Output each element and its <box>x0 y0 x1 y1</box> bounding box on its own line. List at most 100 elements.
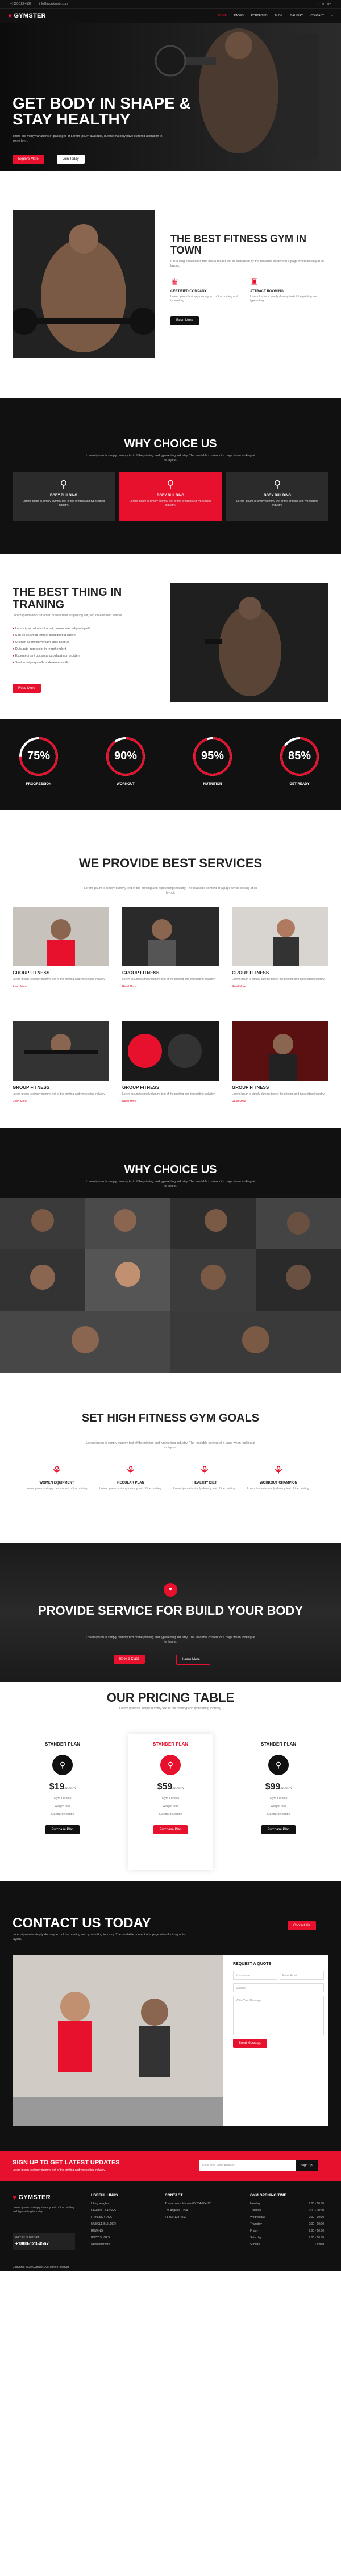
pricing-title: OUR PRICING TABLE <box>106 1690 235 1705</box>
equipment-icon: ⚘ <box>52 1465 62 1477</box>
name-field[interactable]: Your Name <box>233 1971 277 1980</box>
list-item: Ut enim ad minim veniam, quis nostrud <box>13 641 90 644</box>
about-text: It is a long established fact that a rea… <box>170 260 324 268</box>
plan-name: STANDER PLAN <box>260 1742 297 1747</box>
tower-icon: ♜ <box>250 277 259 287</box>
pricing-card: STANDER PLAN ⚲ $19/month Gym Fitness Wei… <box>20 1734 105 1870</box>
nav-gallery[interactable]: GALLERY <box>290 14 303 18</box>
newsletter-email-input[interactable]: Enter Your Email Address <box>199 2160 296 2171</box>
feature-text: Lorem Ipsum is simply dummy text of the … <box>250 295 318 302</box>
footer-link[interactable]: ROWING <box>91 2229 118 2233</box>
feature-title: CERTIFIED COMPANY <box>170 290 207 293</box>
purchase-plan-button[interactable]: Purchase Plan <box>45 1825 80 1834</box>
footer-link[interactable]: FITNESS YOGA <box>91 2216 118 2219</box>
gallery-image[interactable] <box>170 1311 341 1373</box>
service-card[interactable]: GROUP FITNESS Lorem ipsum is simply dumm… <box>13 907 109 988</box>
nav-menu: HOME PAGES PORTFOLIO BLOG GALLERY CONTAC… <box>218 14 333 18</box>
why-card[interactable]: ⚲ BODY BUILDING Lorem Ipsum is simply du… <box>13 472 115 521</box>
footer-logo[interactable]: ♥ GYMSTER <box>13 2193 51 2201</box>
nav-portfolio[interactable]: PORTFOLIO <box>251 14 268 18</box>
purchase-plan-button[interactable]: Purchase Plan <box>153 1825 188 1834</box>
footer-link[interactable]: Newsletter Info <box>91 2243 118 2246</box>
service-card[interactable]: GROUP FITNESS Lorem ipsum is simply dumm… <box>232 1021 328 1103</box>
card-title: BODY BUILDING <box>157 494 184 497</box>
service-card[interactable]: GROUP FITNESS Lorem ipsum is simply dumm… <box>122 1021 219 1103</box>
send-message-button[interactable]: Send Message <box>233 2039 268 2048</box>
subject-field[interactable]: Subject <box>233 1983 324 1992</box>
contact-us-button[interactable]: Contact Us <box>288 1921 316 1930</box>
join-button[interactable]: Join Today <box>57 155 85 164</box>
copyright-bar: Copyright 2020 Gymster. All Rights Reser… <box>0 2263 341 2271</box>
service-card[interactable]: GROUP FITNESS Lorem ipsum is simply dumm… <box>232 907 328 988</box>
why-card[interactable]: ⚲ BODY BUILDING Lorem Ipsum is simply du… <box>226 472 328 521</box>
service-text: Lorem ipsum is simply dummy text of the … <box>13 1092 106 1096</box>
gallery-section: WHY CHOICE US Lorem ipsum is simply dumm… <box>0 1128 341 1373</box>
gallery-image[interactable] <box>85 1198 170 1249</box>
service-text: Lorem ipsum is simply dummy text of the … <box>122 978 215 981</box>
search-icon[interactable]: ⌕ <box>331 14 333 18</box>
footer-link[interactable]: CARDIO CLASSES <box>91 2209 118 2212</box>
support-number[interactable]: +1800-123-4567 <box>15 2241 72 2246</box>
goals-title: SET HIGH FITNESS GYM GOALS <box>81 1412 260 1424</box>
gallery-image[interactable] <box>256 1198 341 1249</box>
footer: ♥ GYMSTER Lorem ipsum is simply dummy tex… <box>0 2181 341 2271</box>
address-text: Thanarnesrp. Khulna 00-254-784-22 <box>165 2202 211 2205</box>
training-read-more-button[interactable]: Read More <box>13 684 41 693</box>
about-read-more-button[interactable]: Read More <box>170 316 199 325</box>
nav-contact[interactable]: CONTACT <box>310 14 324 18</box>
plan-feature: Standard Combo <box>51 1813 74 1816</box>
phone-text: +1800-123-4567 <box>10 2 31 6</box>
footer-link[interactable]: MUSCLE BUILDER <box>91 2222 118 2226</box>
logo[interactable]: ♥ GYMSTER <box>8 12 46 20</box>
gallery-image[interactable] <box>0 1249 85 1311</box>
top-bar: +1800-123-4567 info@yourdomain.com f t i… <box>0 0 341 8</box>
read-more-link[interactable]: Read More <box>13 985 109 988</box>
why-card-active[interactable]: ⚲ BODY BUILDING Lorem Ipsum is simply du… <box>119 472 222 521</box>
service-text: Lorem ipsum is simply dummy text of the … <box>232 978 325 981</box>
gallery-image[interactable] <box>0 1311 170 1373</box>
purchase-plan-button[interactable]: Purchase Plan <box>261 1825 296 1834</box>
hours-row: Monday 9:00 - 10:00 <box>250 2202 324 2205</box>
gallery-image[interactable] <box>0 1198 85 1249</box>
copyright-text: Copyright 2020 Gymster. All Rights Reser… <box>13 2266 70 2269</box>
gallery-title: WHY CHOICE US <box>124 1164 217 1176</box>
email-field[interactable]: Enter Email <box>280 1971 324 1980</box>
footer-link[interactable]: BODY SHOPS <box>91 2236 118 2240</box>
email-text[interactable]: info@yourdomain.com <box>39 2 68 6</box>
read-more-link[interactable]: Read More <box>232 985 328 988</box>
nav-pages[interactable]: PAGES <box>234 14 244 18</box>
pricing-text: Lorem ipsum is simply dummy text of the … <box>119 1707 222 1710</box>
footer-link[interactable]: Lifting weights <box>91 2202 118 2205</box>
why-title: WHY CHOICE US <box>124 438 217 450</box>
goal-text: Lorem ipsum is simply dummy text of the … <box>26 1487 88 1490</box>
google-plus-icon[interactable]: g+ <box>327 2 331 6</box>
service-image <box>122 907 219 966</box>
hero-text: There are many variations of passages of… <box>13 135 163 143</box>
service-title: GROUP FITNESS <box>122 970 160 975</box>
learn-more-button[interactable]: Learn More → <box>176 1655 211 1665</box>
nav-home[interactable]: HOME <box>218 14 227 18</box>
gallery-image[interactable] <box>170 1249 256 1311</box>
book-class-button[interactable]: Book a Class <box>114 1655 145 1664</box>
service-card[interactable]: GROUP FITNESS Lorem ipsum is simply dumm… <box>13 1021 109 1103</box>
read-more-link[interactable]: Read More <box>232 1100 328 1103</box>
read-more-link[interactable]: Read More <box>13 1100 109 1103</box>
progress-label: WORKOUT <box>117 783 135 786</box>
read-more-link[interactable]: Read More <box>122 985 219 988</box>
nav-blog[interactable]: BLOG <box>275 14 283 18</box>
service-title: GROUP FITNESS <box>232 1085 269 1090</box>
list-item: Sed do eiusmod tempor incididunt ut labo… <box>13 634 90 637</box>
phone-text: +1 800-123-4567 <box>165 2216 187 2219</box>
support-label: GET IN SUPPORT <box>15 2236 40 2240</box>
read-more-link[interactable]: Read More <box>122 1100 219 1103</box>
service-card[interactable]: GROUP FITNESS Lorem ipsum is simply dumm… <box>122 907 219 988</box>
gallery-image[interactable] <box>85 1249 170 1311</box>
goal-item: ⚘ WORKOUT CHAMPION Lorem ipsum is simply… <box>244 1464 313 1491</box>
main-nav: ♥ GYMSTER HOME PAGES PORTFOLIO BLOG GALLE… <box>0 8 341 23</box>
gallery-image[interactable] <box>256 1249 341 1311</box>
explore-button[interactable]: Explore More <box>13 155 44 164</box>
linkedin-icon[interactable]: in <box>322 2 324 6</box>
gallery-image[interactable] <box>170 1198 256 1249</box>
message-field[interactable]: Write Your Message <box>233 1996 324 2035</box>
signup-button[interactable]: Sign Up <box>296 2160 318 2171</box>
